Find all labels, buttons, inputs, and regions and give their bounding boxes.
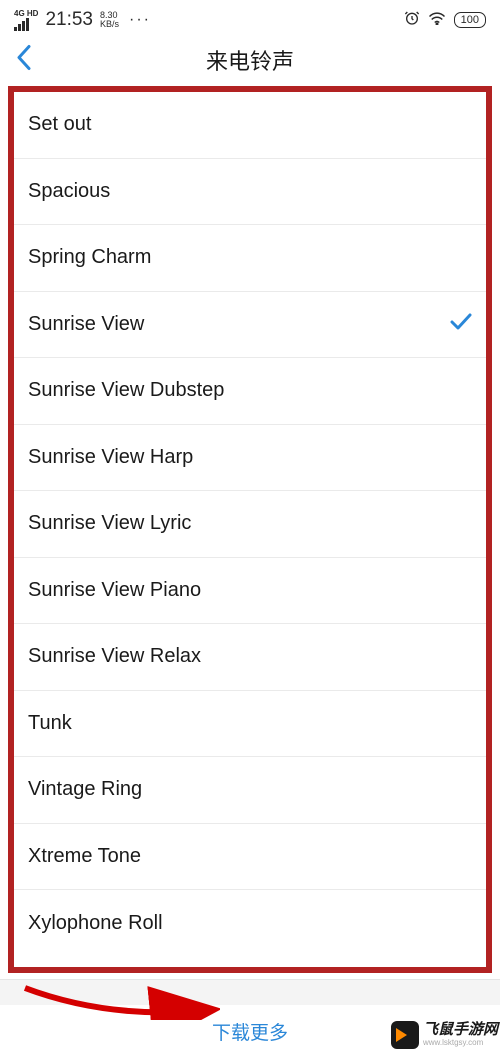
watermark-title: 飞鼠手游网 bbox=[423, 1022, 498, 1039]
watermark-text: 飞鼠手游网 www.lsktgsy.com bbox=[423, 1022, 498, 1047]
ringtone-row[interactable]: Spring Charm bbox=[14, 225, 486, 292]
more-indicator: ··· bbox=[129, 11, 151, 29]
header: 来电铃声 bbox=[0, 36, 500, 84]
ringtone-row[interactable]: Xylophone Roll bbox=[14, 890, 486, 957]
ringtone-label: Vintage Ring bbox=[28, 778, 142, 801]
wifi-icon bbox=[428, 11, 446, 29]
ringtone-label: Sunrise View Lyric bbox=[28, 512, 191, 535]
back-button[interactable] bbox=[16, 44, 32, 75]
ringtone-label: Sunrise View Piano bbox=[28, 579, 201, 602]
watermark-logo-icon bbox=[391, 1021, 419, 1049]
ringtone-label: Sunrise View Dubstep bbox=[28, 379, 224, 402]
ringtone-list[interactable]: Set out Spacious Spring Charm Sunrise View S… bbox=[14, 92, 486, 967]
speed-unit: KB/s bbox=[100, 20, 119, 29]
network-indicator: 4G HD bbox=[14, 10, 38, 31]
ringtone-row[interactable]: Spacious bbox=[14, 159, 486, 226]
ringtone-label: Set out bbox=[28, 113, 91, 136]
page-title: 来电铃声 bbox=[206, 44, 294, 76]
alarm-icon bbox=[404, 10, 420, 30]
data-speed: 8.30 KB/s bbox=[100, 11, 119, 29]
watermark-url: www.lsktgsy.com bbox=[423, 1039, 498, 1048]
annotation-highlight-box: Set out Spacious Spring Charm Sunrise View S… bbox=[8, 86, 492, 973]
status-bar: 4G HD 21:53 8.30 KB/s ··· 100 bbox=[0, 0, 500, 36]
download-more-label: 下载更多 bbox=[212, 1018, 288, 1045]
ringtone-row[interactable]: Tunk bbox=[14, 691, 486, 758]
ringtone-label: Sunrise View Harp bbox=[28, 446, 193, 469]
ringtone-row[interactable]: Vintage Ring bbox=[14, 757, 486, 824]
ringtone-row[interactable]: Sunrise View Dubstep bbox=[14, 358, 486, 425]
ringtone-label: Tunk bbox=[28, 712, 72, 735]
annotation-arrow-icon bbox=[20, 980, 220, 1025]
signal-bars-icon bbox=[14, 18, 29, 31]
ringtone-row[interactable]: Xtreme Tone bbox=[14, 824, 486, 891]
ringtone-label: Spacious bbox=[28, 180, 110, 203]
battery-level: 100 bbox=[461, 14, 479, 26]
ringtone-row[interactable]: Sunrise View Harp bbox=[14, 425, 486, 492]
ringtone-label: Xtreme Tone bbox=[28, 845, 141, 868]
ringtone-row[interactable]: Sunrise View Lyric bbox=[14, 491, 486, 558]
ringtone-label: Sunrise View bbox=[28, 313, 144, 336]
ringtone-row[interactable]: Sunrise View Relax bbox=[14, 624, 486, 691]
ringtone-row[interactable]: Sunrise View Piano bbox=[14, 558, 486, 625]
status-right: 100 bbox=[404, 10, 486, 30]
watermark: 飞鼠手游网 www.lsktgsy.com bbox=[391, 1021, 498, 1049]
ringtone-row[interactable]: Sunrise View bbox=[14, 292, 486, 359]
clock: 21:53 bbox=[45, 9, 93, 31]
status-left: 4G HD 21:53 8.30 KB/s ··· bbox=[14, 9, 151, 31]
ringtone-row[interactable]: Set out bbox=[14, 92, 486, 159]
ringtone-label: Xylophone Roll bbox=[28, 912, 163, 935]
ringtone-label: Spring Charm bbox=[28, 246, 151, 269]
check-icon bbox=[450, 311, 472, 337]
network-label: 4G HD bbox=[14, 10, 38, 18]
ringtone-label: Sunrise View Relax bbox=[28, 645, 201, 668]
battery-indicator: 100 bbox=[454, 12, 486, 28]
